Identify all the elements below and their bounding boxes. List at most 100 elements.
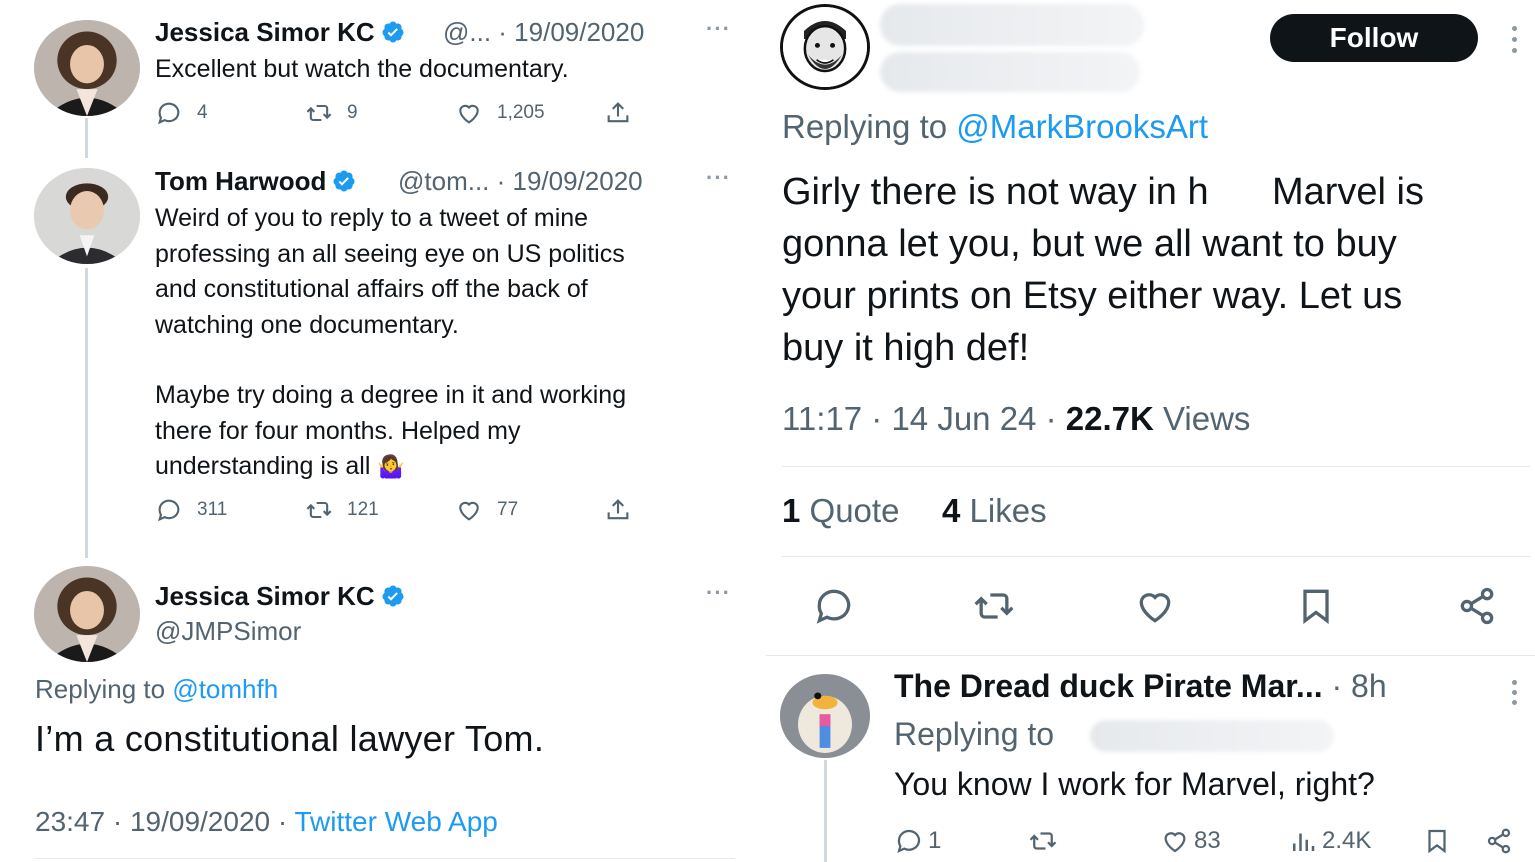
tweet-text-line: your prints on Etsy either way. Let us bbox=[782, 275, 1403, 317]
heart-icon bbox=[1133, 584, 1177, 628]
share-button[interactable] bbox=[1484, 826, 1514, 856]
heart-icon bbox=[1160, 826, 1190, 856]
retweet-count: 121 bbox=[347, 499, 379, 520]
like-count: 83 bbox=[1194, 827, 1221, 854]
more-options-icon[interactable] bbox=[1510, 680, 1518, 705]
thread-connector-line bbox=[85, 268, 88, 558]
replying-to-handle[interactable]: @tomhfh bbox=[172, 674, 278, 704]
follow-button[interactable]: Follow bbox=[1270, 14, 1478, 62]
tweet-text: I’m a constitutional lawyer Tom. bbox=[35, 718, 545, 759]
more-options-icon[interactable] bbox=[1510, 26, 1518, 53]
verified-badge-icon bbox=[332, 169, 356, 193]
retweet-count: 9 bbox=[347, 102, 358, 123]
tweet-timestamp: 23:47 · 19/09/2020 · bbox=[35, 806, 288, 837]
retweet-icon bbox=[305, 99, 333, 127]
more-options-icon[interactable]: ··· bbox=[706, 165, 731, 191]
likes-count-link[interactable]: 4 Likes bbox=[942, 492, 1047, 530]
heart-icon bbox=[455, 99, 483, 127]
retweet-button[interactable] bbox=[1028, 826, 1058, 856]
heart-icon bbox=[455, 496, 483, 524]
tweet-text-line: Girly there is not way in h Marvel is bbox=[782, 171, 1424, 213]
share-button[interactable] bbox=[604, 496, 632, 524]
reply-icon bbox=[894, 826, 924, 856]
reply-button[interactable]: 4 bbox=[155, 99, 208, 127]
redacted-display-name bbox=[880, 4, 1144, 46]
reply-button[interactable] bbox=[812, 584, 856, 628]
views-button[interactable]: 2.4K bbox=[1288, 826, 1371, 856]
likes-count: 4 bbox=[942, 492, 961, 529]
left-screenshot-panel: Jessica Simor KC @... · 19/09/2020 ··· E… bbox=[0, 0, 760, 862]
quote-count-link[interactable]: 1 Quote bbox=[782, 492, 899, 530]
like-button[interactable]: 83 bbox=[1160, 826, 1221, 856]
shrug-emoji-icon: 🤷‍♀️ bbox=[377, 454, 405, 479]
views-count: 22.7K bbox=[1065, 400, 1154, 437]
retweet-button[interactable] bbox=[972, 584, 1016, 628]
avatar-duck-pirate[interactable] bbox=[780, 674, 870, 758]
divider bbox=[782, 556, 1530, 557]
avatar-tom-harwood[interactable] bbox=[34, 168, 140, 264]
likes-label: Likes bbox=[969, 492, 1047, 529]
share-nodes-icon bbox=[1455, 584, 1499, 628]
reply-icon bbox=[155, 99, 183, 127]
share-nodes-icon bbox=[1484, 826, 1514, 856]
tweet-text: Excellent but watch the documentary. bbox=[155, 55, 569, 83]
share-button[interactable] bbox=[604, 99, 632, 127]
views-label: Views bbox=[1162, 400, 1251, 437]
tweet-meta: @... · 19/09/2020 bbox=[443, 17, 645, 47]
more-options-icon[interactable]: ··· bbox=[706, 580, 731, 606]
analytics-bars-icon bbox=[1288, 826, 1318, 856]
avatar-jessica-simor[interactable] bbox=[34, 20, 140, 116]
divider bbox=[782, 466, 1530, 467]
reply-icon bbox=[812, 584, 856, 628]
reply-text: You know I work for Marvel, right? bbox=[894, 766, 1375, 802]
reply-icon bbox=[155, 496, 183, 524]
verified-badge-icon bbox=[381, 584, 405, 608]
retweet-icon bbox=[972, 584, 1016, 628]
reply-count: 311 bbox=[197, 499, 228, 520]
author-name[interactable]: Jessica Simor KC bbox=[155, 581, 375, 611]
replying-to-label: Replying to bbox=[782, 108, 948, 145]
reply-button[interactable]: 1 bbox=[894, 826, 941, 856]
like-button[interactable]: 1,205 bbox=[455, 99, 545, 127]
avatar-jessica-simor[interactable] bbox=[34, 566, 140, 662]
reply-button[interactable]: 311 bbox=[155, 496, 227, 524]
bookmark-icon bbox=[1422, 826, 1452, 856]
retweet-icon bbox=[1028, 826, 1058, 856]
divider bbox=[766, 655, 1535, 656]
tweet-text-line: gonna let you, but we all want to buy bbox=[782, 223, 1397, 265]
like-count: 77 bbox=[497, 499, 519, 520]
retweet-button[interactable]: 121 bbox=[305, 496, 379, 524]
author-name[interactable]: The Dread duck Pirate Mar... bbox=[894, 668, 1323, 704]
share-icon bbox=[604, 99, 632, 127]
tweet-source-link[interactable]: Twitter Web App bbox=[294, 806, 497, 837]
retweet-icon bbox=[305, 496, 333, 524]
bookmark-icon bbox=[1294, 584, 1338, 628]
bookmark-button[interactable] bbox=[1294, 584, 1338, 628]
divider bbox=[35, 858, 735, 859]
reply-count: 1 bbox=[928, 827, 942, 854]
author-name[interactable]: Tom Harwood bbox=[155, 166, 326, 196]
retweet-button[interactable]: 9 bbox=[305, 99, 358, 127]
replying-to-handle[interactable]: @MarkBrooksArt bbox=[956, 108, 1208, 145]
replying-to-label: Replying to bbox=[35, 674, 166, 704]
share-button[interactable] bbox=[1455, 584, 1499, 628]
author-name[interactable]: Jessica Simor KC bbox=[155, 17, 375, 47]
redacted-replying-handle bbox=[1090, 720, 1334, 752]
like-button[interactable] bbox=[1133, 584, 1177, 628]
thread-connector-line bbox=[85, 118, 88, 158]
avatar-cartoon-man[interactable] bbox=[780, 4, 870, 90]
reply-count: 4 bbox=[197, 102, 208, 123]
like-count: 1,205 bbox=[497, 102, 545, 123]
tweet-meta: @tom... · 19/09/2020 bbox=[398, 166, 643, 196]
like-button[interactable]: 77 bbox=[455, 496, 518, 524]
author-handle[interactable]: @JMPSimor bbox=[155, 616, 301, 647]
tweet-timestamp: 11:17 · 14 Jun 24 · bbox=[782, 400, 1057, 437]
tweet-text: Weird of you to reply to a tweet of mine… bbox=[155, 204, 625, 339]
quote-label: Quote bbox=[809, 492, 900, 529]
more-options-icon[interactable]: ··· bbox=[706, 16, 731, 42]
redacted-handle bbox=[880, 52, 1140, 92]
quote-count: 1 bbox=[782, 492, 801, 529]
tweet-text-line: buy it high def! bbox=[782, 327, 1030, 369]
verified-badge-icon bbox=[381, 20, 405, 44]
bookmark-button[interactable] bbox=[1422, 826, 1452, 856]
